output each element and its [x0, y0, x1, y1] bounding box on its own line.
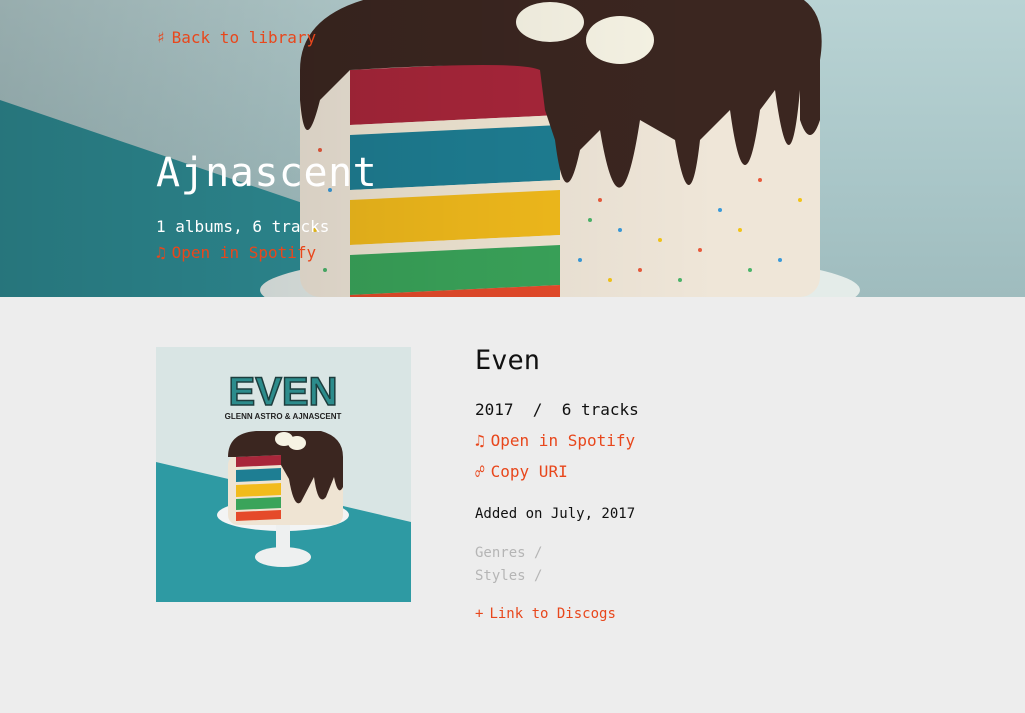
plus-icon: + — [475, 606, 484, 622]
album-section: EVEN GLENN ASTRO & AJNASCENT Even 2017 /… — [0, 297, 1025, 713]
artist-name: Ajnascent — [156, 150, 378, 196]
hero-content: ♯ Back to library Ajnascent 1 albums, 6 t… — [156, 0, 756, 297]
music-note-icon: ♫ — [475, 431, 485, 450]
album-info: Even 2017 / 6 tracks ♫ Open in Spotify ☍ C… — [475, 345, 925, 622]
artist-open-in-spotify-link[interactable]: ♫ Open in Spotify — [156, 243, 316, 262]
album-open-in-spotify-link[interactable]: ♫ Open in Spotify — [475, 431, 635, 450]
genres-label: Genres / — [475, 545, 543, 561]
album-cover-art: EVEN GLENN ASTRO & AJNASCENT — [156, 347, 411, 602]
artist-stats: 1 albums, 6 tracks — [156, 217, 330, 236]
meta-separator: / — [532, 400, 543, 419]
album-title: Even — [475, 345, 541, 376]
cover-artists-text: GLENN ASTRO & AJNASCENT — [225, 412, 342, 421]
album-year: 2017 — [475, 400, 514, 419]
added-date: Added on July, 2017 — [475, 506, 636, 522]
styles-label: Styles / — [475, 568, 543, 584]
album-spotify-label: Open in Spotify — [490, 431, 636, 450]
cover-title-text: EVEN — [229, 370, 338, 414]
back-to-library-link[interactable]: ♯ Back to library — [156, 28, 316, 47]
copy-uri-button[interactable]: ☍ Copy URI — [475, 462, 568, 481]
link-icon: ☍ — [475, 462, 485, 481]
back-link-label: Back to library — [171, 28, 317, 47]
album-cover[interactable]: EVEN GLENN ASTRO & AJNASCENT — [156, 347, 411, 602]
artist-spotify-label: Open in Spotify — [171, 243, 317, 262]
discogs-label: Link to Discogs — [489, 606, 616, 622]
album-track-count: 6 tracks — [561, 400, 639, 419]
album-meta: 2017 / 6 tracks — [475, 400, 639, 419]
copy-uri-label: Copy URI — [490, 462, 568, 481]
music-note-icon: ♫ — [156, 243, 166, 262]
link-to-discogs-button[interactable]: + Link to Discogs — [475, 606, 616, 622]
artist-hero: ♯ Back to library Ajnascent 1 albums, 6 t… — [0, 0, 1025, 297]
sharp-sign-icon: ♯ — [156, 28, 166, 47]
